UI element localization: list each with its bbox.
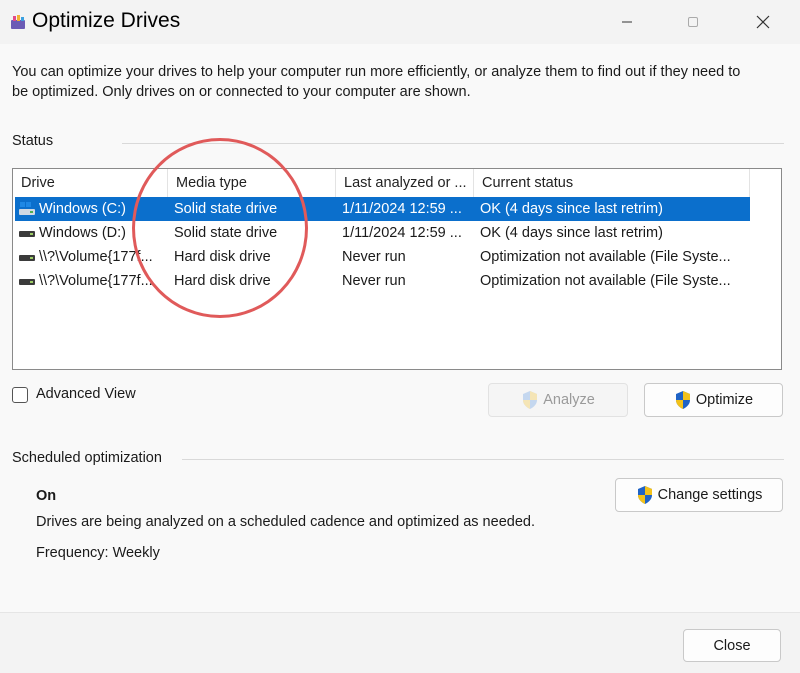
drive-row-d[interactable]: Windows (D:) Solid state drive 1/11/2024…	[15, 221, 750, 245]
minimize-button[interactable]	[604, 0, 650, 44]
drive-row-volume-2[interactable]: \\?\Volume{177f... Hard disk drive Never…	[15, 269, 750, 293]
current-status: Optimization not available (File Syste..…	[480, 249, 731, 265]
drive-icon	[19, 255, 35, 261]
schedule-frequency: Frequency: Weekly	[36, 545, 160, 561]
column-header-last-analyzed-label: Last analyzed or ...	[344, 175, 467, 191]
last-analyzed: Never run	[342, 273, 406, 289]
column-header-drive-label: Drive	[21, 175, 55, 191]
close-icon	[756, 15, 770, 29]
drive-icon	[19, 279, 35, 285]
column-header-current-status-label: Current status	[482, 175, 574, 191]
current-status: Optimization not available (File Syste..…	[480, 273, 731, 289]
scheduled-section-label: Scheduled optimization	[12, 450, 162, 466]
maximize-icon	[688, 17, 698, 27]
change-settings-label: Change settings	[657, 487, 763, 503]
close-window-button[interactable]	[740, 0, 786, 44]
optimize-button-label: Optimize	[695, 392, 754, 408]
schedule-description: Drives are being analyzed on a scheduled…	[36, 514, 535, 530]
status-section-label: Status	[12, 133, 54, 149]
analyze-button[interactable]: Analyze	[488, 383, 628, 417]
analyze-button-label: Analyze	[543, 392, 595, 408]
close-button-label: Close	[713, 637, 751, 654]
last-analyzed: Never run	[342, 249, 406, 265]
drive-icon	[19, 231, 35, 237]
column-header-last-analyzed[interactable]: Last analyzed or ...	[336, 169, 474, 197]
maximize-button[interactable]	[670, 0, 716, 44]
advanced-view-checkbox[interactable]	[12, 387, 28, 403]
scheduled-divider	[182, 459, 784, 460]
drives-list[interactable]: Drive Media type Last analyzed or ... Cu…	[12, 168, 782, 370]
footer-bar	[0, 612, 800, 673]
last-analyzed: 1/11/2024 12:59 ...	[342, 201, 462, 217]
shield-icon	[675, 391, 690, 409]
window-title: Optimize Drives	[32, 9, 181, 32]
column-header-current-status[interactable]: Current status	[474, 169, 750, 197]
shield-icon	[523, 391, 538, 409]
schedule-state: On	[36, 488, 57, 504]
shield-icon	[637, 486, 652, 504]
advanced-view-label[interactable]: Advanced View	[36, 386, 136, 402]
intro-text: You can optimize your drives to help you…	[12, 64, 741, 100]
defrag-icon	[11, 15, 25, 29]
annotation-circle	[132, 138, 308, 318]
close-button[interactable]: Close	[683, 629, 781, 662]
last-analyzed: 1/11/2024 12:59 ...	[342, 225, 462, 241]
current-status: OK (4 days since last retrim)	[480, 225, 663, 241]
optimize-button[interactable]: Optimize	[644, 383, 783, 417]
change-settings-button[interactable]: Change settings	[615, 478, 783, 512]
minimize-icon	[622, 21, 632, 23]
drive-row-volume-1[interactable]: \\?\Volume{177f... Hard disk drive Never…	[15, 245, 750, 269]
windows-drive-icon	[19, 202, 35, 215]
current-status: OK (4 days since last retrim)	[480, 201, 663, 217]
drive-row-c[interactable]: Windows (C:) Solid state drive 1/11/2024…	[15, 197, 750, 221]
